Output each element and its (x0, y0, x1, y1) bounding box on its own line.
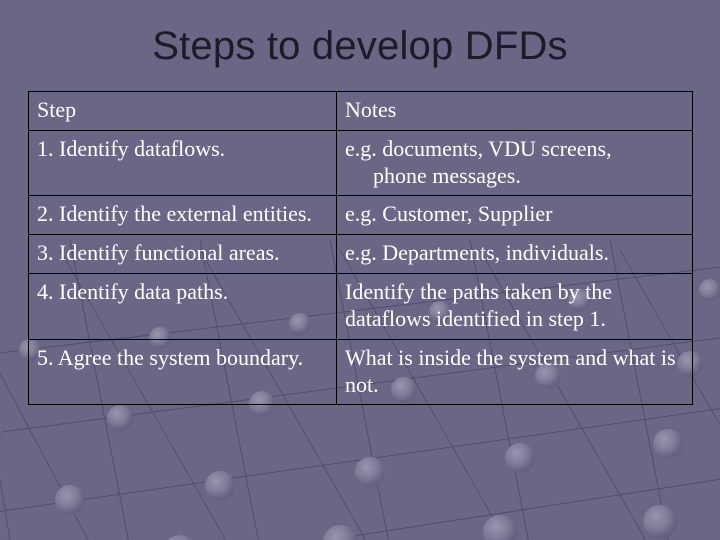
table-row: 1. Identify dataflows. e.g. documents, V… (29, 130, 693, 196)
cell-step: 5. Agree the system boundary. (29, 339, 337, 405)
cell-step: 4. Identify data paths. (29, 274, 337, 340)
cell-notes: Identify the paths taken by the dataflow… (337, 274, 693, 340)
header-step: Step (29, 92, 337, 131)
cell-notes: e.g. Customer, Supplier (337, 196, 693, 235)
table-row: 3. Identify functional areas. e.g. Depar… (29, 235, 693, 274)
header-notes: Notes (337, 92, 693, 131)
notes-line1: e.g. documents, VDU screens, (345, 136, 612, 161)
table-header-row: Step Notes (29, 92, 693, 131)
notes-line2: phone messages. (345, 163, 684, 190)
table-row: 5. Agree the system boundary. What is in… (29, 339, 693, 405)
cell-step: 1. Identify dataflows. (29, 130, 337, 196)
cell-notes: e.g. Departments, individuals. (337, 235, 693, 274)
cell-notes: e.g. documents, VDU screens, phone messa… (337, 130, 693, 196)
table-row: 2. Identify the external entities. e.g. … (29, 196, 693, 235)
table-row: 4. Identify data paths. Identify the pat… (29, 274, 693, 340)
cell-notes: What is inside the system and what is no… (337, 339, 693, 405)
slide: Steps to develop DFDs Step Notes 1. Iden… (0, 0, 720, 540)
steps-table: Step Notes 1. Identify dataflows. e.g. d… (28, 91, 693, 405)
slide-title: Steps to develop DFDs (28, 24, 692, 69)
cell-step: 3. Identify functional areas. (29, 235, 337, 274)
cell-step: 2. Identify the external entities. (29, 196, 337, 235)
